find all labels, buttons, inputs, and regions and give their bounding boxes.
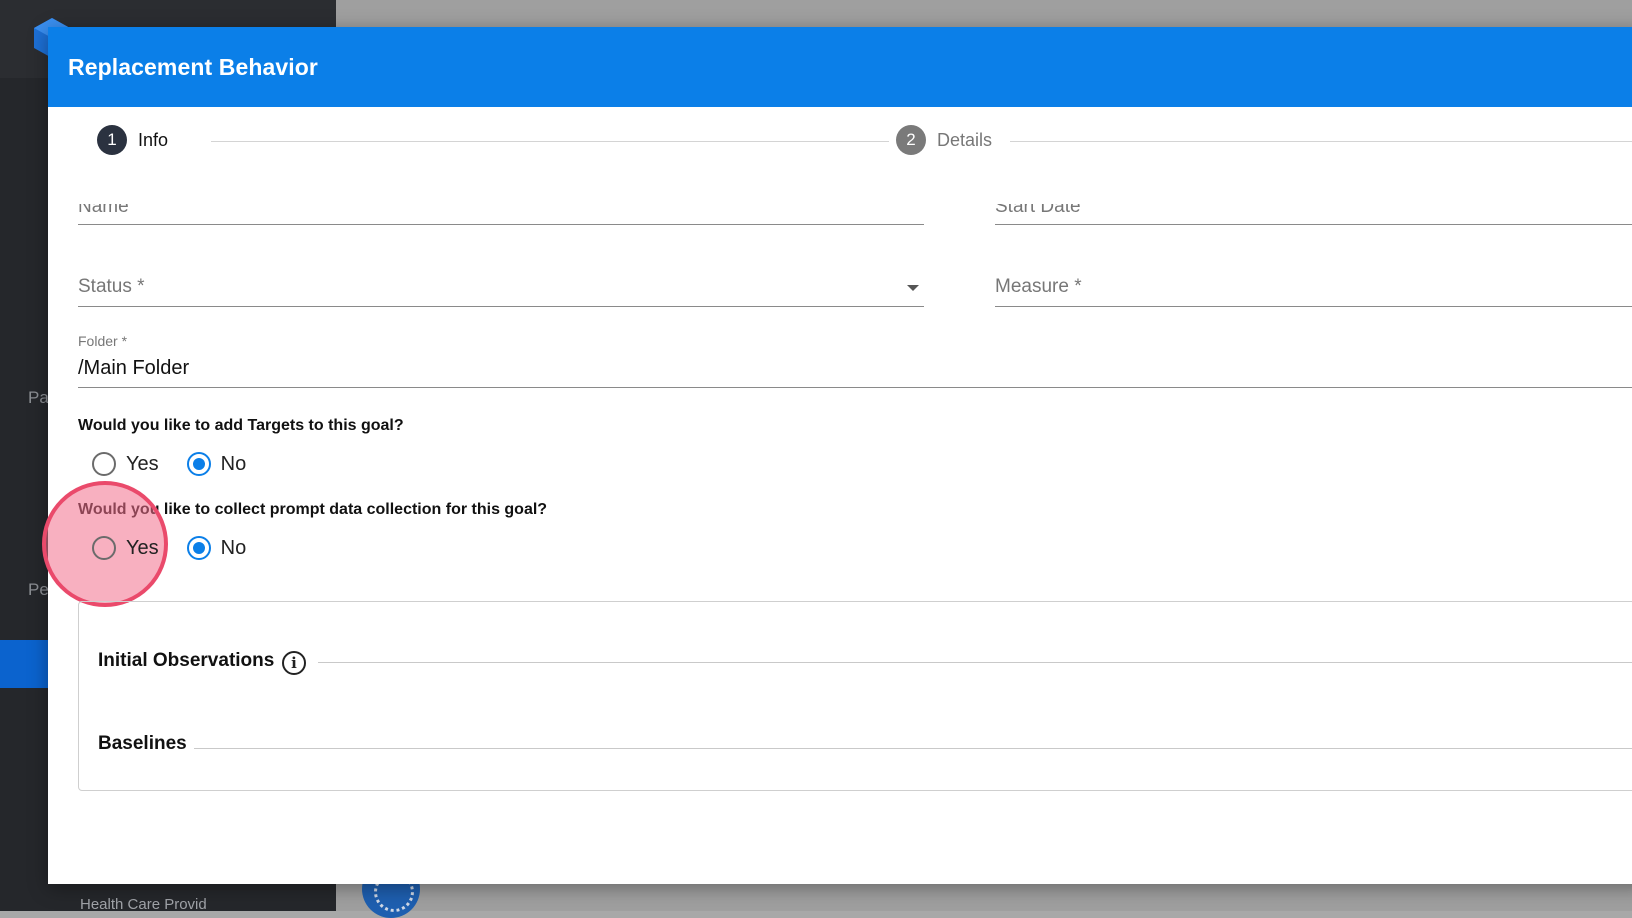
- radio-group-prompt-data: Yes No: [92, 536, 274, 560]
- radio-button[interactable]: [92, 452, 116, 476]
- radio-option-no[interactable]: No: [186, 536, 247, 560]
- start-date-field[interactable]: [995, 204, 1632, 225]
- radio-option-yes[interactable]: Yes: [92, 536, 159, 560]
- dialog-title: Replacement Behavior: [68, 53, 318, 80]
- baselines-title: Baselines: [98, 733, 187, 754]
- question-add-targets: Would you like to add Targets to this go…: [78, 417, 404, 434]
- step-number: 2: [896, 125, 926, 155]
- step-label: Details: [937, 129, 993, 150]
- step-details[interactable]: 2 Details: [896, 125, 992, 155]
- radio-option-no[interactable]: No: [186, 452, 247, 476]
- radio-button[interactable]: [186, 452, 211, 476]
- radio-button[interactable]: [186, 536, 211, 560]
- stepper: 1 Info 2 Details: [50, 125, 1632, 159]
- sidebar-bottom-text: Health Care Provid: [80, 896, 207, 913]
- radio-option-yes[interactable]: Yes: [92, 452, 159, 476]
- name-field[interactable]: [78, 204, 924, 225]
- radio-label: No: [220, 536, 247, 559]
- step-connector: [1010, 141, 1632, 142]
- radio-label: Yes: [126, 536, 159, 559]
- step-label: Info: [138, 129, 169, 150]
- observations-card: [78, 601, 1632, 791]
- sidebar-item-text: Pa: [28, 388, 49, 407]
- measure-field[interactable]: [995, 250, 1632, 307]
- radio-button[interactable]: [92, 536, 116, 560]
- radio-label: Yes: [126, 452, 159, 475]
- folder-field[interactable]: [78, 330, 1632, 388]
- status-select[interactable]: [78, 250, 924, 307]
- step-number: 1: [97, 125, 127, 155]
- section-divider: [194, 748, 1632, 749]
- radio-label: No: [220, 452, 247, 475]
- sidebar-item-text: Pe: [28, 580, 49, 599]
- info-icon[interactable]: i: [282, 651, 306, 675]
- dialog-header: Replacement Behavior: [48, 27, 1632, 107]
- sidebar-active-indicator: [0, 640, 50, 688]
- initial-observations-title: Initial Observations: [98, 650, 275, 671]
- step-connector: [211, 141, 889, 142]
- section-divider: [318, 662, 1632, 663]
- step-info[interactable]: 1 Info: [97, 125, 168, 155]
- radio-group-add-targets: Yes No: [92, 452, 274, 476]
